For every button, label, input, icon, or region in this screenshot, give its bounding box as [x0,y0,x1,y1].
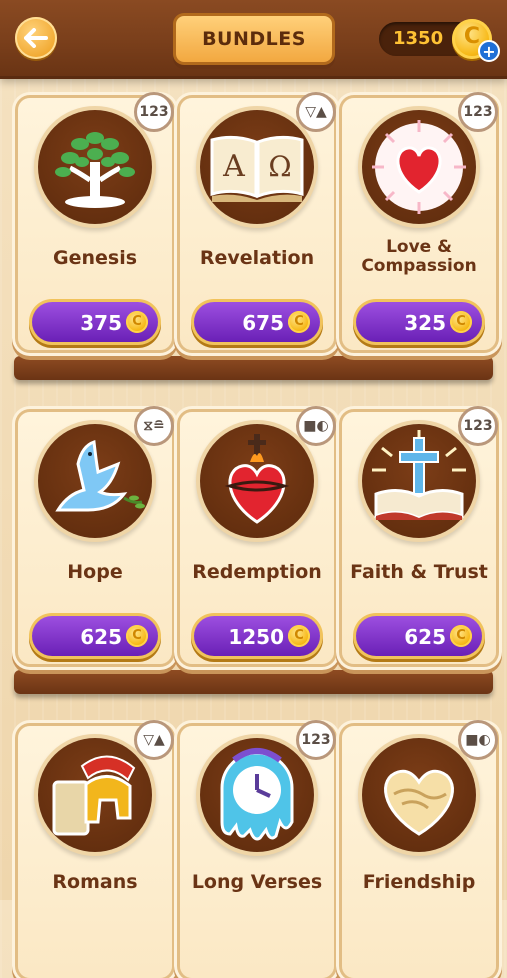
bundle-icon [38,110,152,224]
bundle-card-genesis[interactable]: 123 Genesis 375 C [18,92,174,350]
bundle-card-revelation[interactable]: A Ω ▽▲ Revelation 675 C [180,92,336,350]
bundle-icon [38,424,152,538]
bundle-icon [200,424,314,538]
bundle-title: Love & Compassion [361,237,477,276]
bundle-icon [200,738,314,852]
cross-bible-icon [372,430,466,520]
buy-button[interactable]: 675 C [194,302,320,342]
buy-button[interactable]: 625 C [356,616,482,656]
puzzle-type-badge: 123 [296,720,336,760]
price-value: 625 [404,625,446,649]
bundle-icon [362,738,476,852]
bundle-title: Romans [52,871,138,893]
melting-clock-icon [220,748,294,841]
bundle-title: Revelation [199,247,315,269]
bundle-card-faith-trust[interactable]: 123 Faith & Trust 625 C [342,406,498,664]
bundle-card-romans[interactable]: ▽▲ Romans [18,720,174,978]
puzzle-type-badge: ⧖≘ [134,406,174,446]
puzzle-type-badge: 123 [458,92,498,132]
coin-count: 1350 [393,28,444,49]
buy-button[interactable]: 325 C [356,302,482,342]
puzzle-type-badge: ▽▲ [296,92,336,132]
puzzle-type-badge: ■◐ [458,720,498,760]
puzzle-type-badge: 123 [134,92,174,132]
sacred-heart-icon [224,434,290,524]
bundle-title: Genesis [52,247,138,269]
coin-icon: C [288,625,310,647]
heart-icon [372,120,466,214]
price-value: 375 [80,311,122,335]
bundle-card-friendship[interactable]: ■◐ Friendship [342,720,498,978]
price-value: 675 [242,311,284,335]
bundle-title: Friendship [362,871,476,893]
shelf [14,670,493,694]
puzzle-type-badge: 123 [458,406,498,446]
coin-icon: C [288,311,310,333]
coin-icon: C [126,311,148,333]
title-plaque: BUNDLES [176,16,332,62]
back-button[interactable] [15,17,57,59]
price-value: 325 [404,311,446,335]
price-value: 1250 [228,625,284,649]
bundle-card-love-compassion[interactable]: 123 Love & Compassion 325 C [342,92,498,350]
page-title: BUNDLES [202,28,306,50]
puzzle-type-badge: ▽▲ [134,720,174,760]
tree-icon [55,132,135,208]
dove-icon [55,439,145,512]
top-bar: BUNDLES 1350 C + [0,0,507,76]
coin-icon: C [450,625,472,647]
buy-button[interactable]: 625 C [32,616,158,656]
bundle-title: Faith & Trust [350,561,488,583]
bundle-title: Long Verses [191,871,323,893]
alpha-omega-book-icon: A Ω [210,135,304,202]
back-arrow-icon [24,28,48,48]
bundle-title: Redemption [192,561,322,583]
add-coins-button[interactable]: + [478,40,500,62]
svg-text:Ω: Ω [268,150,291,183]
svg-text:A: A [222,149,245,184]
handshake-heart-icon [384,769,454,836]
shelf [14,356,493,380]
bundle-icon: A Ω [200,110,314,224]
buy-button[interactable]: 375 C [32,302,158,342]
bundle-card-hope[interactable]: ⧖≘ Hope 625 C [18,406,174,664]
bundle-title: Hope [67,561,123,583]
price-value: 625 [80,625,122,649]
bundle-icon [38,738,152,852]
coin-icon: C [450,311,472,333]
coin-icon: C [126,625,148,647]
bundle-card-redemption[interactable]: ■◐ Redemption 1250 C [180,406,336,664]
buy-button[interactable]: 1250 C [194,616,320,656]
bundle-icon [362,110,476,224]
bundle-icon [362,424,476,538]
bundle-card-long-verses[interactable]: 123 Long Verses [180,720,336,978]
puzzle-type-badge: ■◐ [296,406,336,446]
roman-helmet-icon [52,755,136,836]
